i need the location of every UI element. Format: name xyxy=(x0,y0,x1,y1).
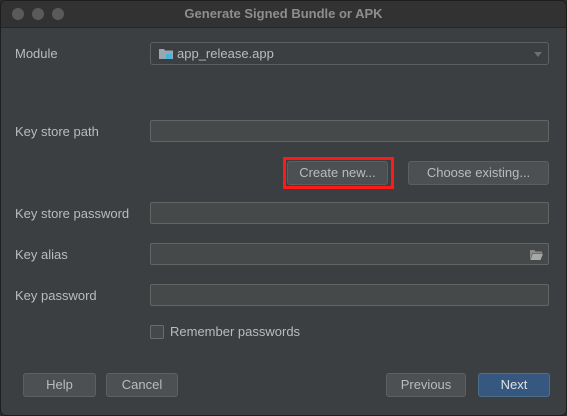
module-selected-value: app_release.app xyxy=(177,46,274,61)
choose-existing-button[interactable]: Choose existing... xyxy=(408,161,549,185)
chevron-down-icon xyxy=(534,52,542,57)
dialog-title: Generate Signed Bundle or APK xyxy=(184,6,383,21)
previous-button[interactable]: Previous xyxy=(386,373,466,397)
module-label: Module xyxy=(15,46,58,61)
remember-passwords-checkbox[interactable] xyxy=(150,325,164,339)
cancel-button[interactable]: Cancel xyxy=(106,373,178,397)
key-password-label: Key password xyxy=(15,288,97,303)
next-button[interactable]: Next xyxy=(478,373,550,397)
folder-open-icon[interactable] xyxy=(530,250,543,260)
title-bar: Generate Signed Bundle or APK xyxy=(1,1,566,28)
module-dropdown[interactable]: app_release.app xyxy=(150,42,549,65)
module-folder-icon xyxy=(159,49,173,59)
remember-passwords-label[interactable]: Remember passwords xyxy=(170,324,300,339)
key-alias-label: Key alias xyxy=(15,247,68,262)
key-store-password-input[interactable] xyxy=(150,202,549,224)
key-alias-input[interactable] xyxy=(150,243,549,265)
key-store-password-label: Key store password xyxy=(15,206,130,221)
generate-signed-bundle-dialog: Generate Signed Bundle or APK Module app… xyxy=(0,0,567,416)
key-password-input[interactable] xyxy=(150,284,549,306)
key-store-path-input[interactable] xyxy=(150,120,549,142)
key-store-path-label: Key store path xyxy=(15,124,99,139)
help-button[interactable]: Help xyxy=(23,373,96,397)
create-new-button[interactable]: Create new... xyxy=(287,161,388,185)
